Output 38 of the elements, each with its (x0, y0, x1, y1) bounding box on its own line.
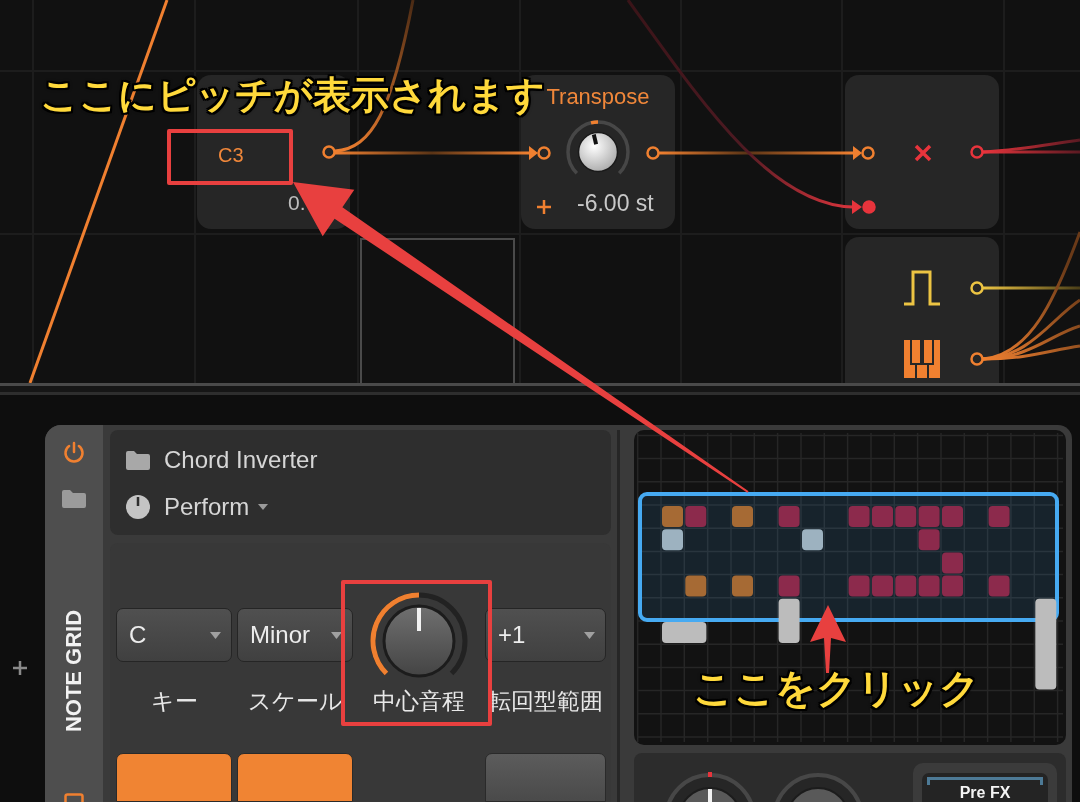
piano-keys-icon (904, 340, 940, 378)
folder-icon[interactable] (61, 488, 87, 509)
parameter-label: 中心音程 (373, 687, 465, 716)
dropdown[interactable]: +1 (485, 608, 606, 662)
knob-dial (566, 120, 630, 175)
node-title: Transpose (545, 85, 651, 109)
dropdown[interactable]: C (116, 608, 232, 662)
parameter-label: スケール (247, 687, 343, 716)
square-wave-icon (903, 270, 941, 306)
toggle-button[interactable] (485, 753, 606, 802)
grid-module[interactable] (1035, 598, 1057, 690)
caret-icon (584, 631, 595, 639)
caret-icon (210, 631, 221, 639)
folder-icon[interactable] (125, 449, 151, 471)
callout-arrow (810, 605, 846, 673)
value-text: -6.00 st (577, 191, 654, 215)
dial-icon (125, 494, 151, 520)
plus-icon[interactable] (12, 660, 28, 676)
parameter-label: キー (150, 687, 198, 716)
dropdown[interactable]: Minor (237, 608, 353, 662)
callout-text: ここをクリック (693, 665, 980, 712)
multiply-icon (913, 143, 933, 163)
pitch-value: C3 (218, 143, 244, 167)
slot-label: Pre FX (959, 785, 1011, 801)
grid-module[interactable] (662, 622, 707, 643)
grid-module[interactable] (662, 529, 683, 551)
device-name: Chord Inverter (164, 446, 318, 474)
device-type-label: NOTE GRID (63, 609, 85, 733)
toggle-button[interactable] (116, 753, 232, 802)
panel-icon[interactable] (64, 793, 84, 802)
value-text: 0. (288, 191, 306, 215)
toggle-button[interactable] (237, 753, 353, 802)
plus-icon[interactable] (536, 199, 552, 215)
caret-icon (258, 504, 269, 510)
power-icon[interactable] (63, 441, 85, 463)
grid-module[interactable] (802, 529, 823, 551)
preset-selector[interactable]: Perform (164, 493, 269, 521)
caret-icon (331, 631, 342, 639)
